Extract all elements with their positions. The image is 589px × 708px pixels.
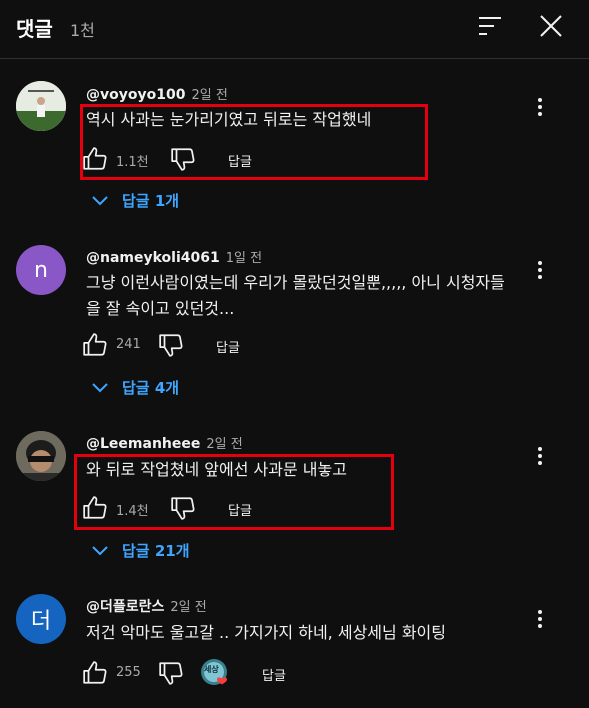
like-count: 241 xyxy=(116,337,141,352)
reply-button[interactable]: 답글 xyxy=(216,337,240,356)
chevron-down-icon xyxy=(92,382,108,392)
more-options-icon[interactable] xyxy=(530,607,550,631)
like-count: 255 xyxy=(116,665,141,680)
creator-badge-label: 세상 xyxy=(204,665,219,674)
view-replies-button[interactable]: 답글 1개 xyxy=(92,190,179,211)
comment-time[interactable]: 1일 전 xyxy=(226,251,262,266)
comment-time[interactable]: 2일 전 xyxy=(191,88,227,103)
sort-icon[interactable] xyxy=(476,14,504,38)
close-icon[interactable] xyxy=(537,12,565,40)
creator-heart-badge: 세상 xyxy=(200,658,232,690)
comment-text: 와 뒤로 작업쳤네 앞에선 사과문 내놓고 xyxy=(86,460,347,479)
like-count: 1.1천 xyxy=(116,155,149,170)
avatar[interactable]: 더 xyxy=(16,594,66,644)
comment-text: 그냥 이런사람이였는데 우리가 몰랐던것일뿐,,,,, 아니 시청자들을 잘 속… xyxy=(86,273,505,318)
comment-author[interactable]: @voyoyo100 2일 전 xyxy=(86,84,228,103)
like-count: 1.4천 xyxy=(116,504,149,519)
replies-label[interactable]: 답글 1개 xyxy=(122,190,179,211)
more-options-icon[interactable] xyxy=(530,258,550,282)
comment-author[interactable]: @nameykoli4061 1일 전 xyxy=(86,247,262,266)
chevron-down-icon xyxy=(92,545,108,555)
comment-count: 1천 xyxy=(70,21,95,40)
dislike-icon[interactable] xyxy=(170,146,196,172)
dislike-icon[interactable] xyxy=(170,495,196,521)
avatar[interactable] xyxy=(16,431,66,481)
view-replies-button[interactable]: 답글 4개 xyxy=(92,377,179,398)
like-icon[interactable] xyxy=(82,332,108,358)
comments-header: 댓글 1천 xyxy=(0,0,589,59)
like-icon[interactable] xyxy=(82,495,108,521)
avatar[interactable] xyxy=(16,81,66,131)
replies-label[interactable]: 답글 4개 xyxy=(122,377,179,398)
replies-label[interactable]: 답글 21개 xyxy=(122,540,190,561)
reply-button[interactable]: 답글 xyxy=(228,151,252,170)
comment-author[interactable]: @더플로란스 2일 전 xyxy=(86,596,207,616)
comment-time[interactable]: 2일 전 xyxy=(206,437,242,452)
view-replies-button[interactable]: 답글 21개 xyxy=(92,540,190,561)
comment-author[interactable]: @Leemanheee 2일 전 xyxy=(86,433,243,452)
reply-button[interactable]: 답글 xyxy=(262,665,286,684)
like-icon[interactable] xyxy=(82,146,108,172)
comment-text: 저건 악마도 울고갈 .. 가지가지 하네, 세상세님 화이팅 xyxy=(86,623,446,642)
avatar[interactable]: n xyxy=(16,245,66,295)
more-options-icon[interactable] xyxy=(530,444,550,468)
more-options-icon[interactable] xyxy=(530,95,550,119)
panel-title: 댓글 xyxy=(16,17,53,41)
comment-text: 역시 사과는 눈가리기였고 뒤로는 작업했네 xyxy=(86,110,372,129)
like-icon[interactable] xyxy=(82,660,108,686)
chevron-down-icon xyxy=(92,195,108,205)
dislike-icon[interactable] xyxy=(158,660,184,686)
comment-time[interactable]: 2일 전 xyxy=(170,600,206,615)
dislike-icon[interactable] xyxy=(158,332,184,358)
reply-button[interactable]: 답글 xyxy=(228,500,252,519)
